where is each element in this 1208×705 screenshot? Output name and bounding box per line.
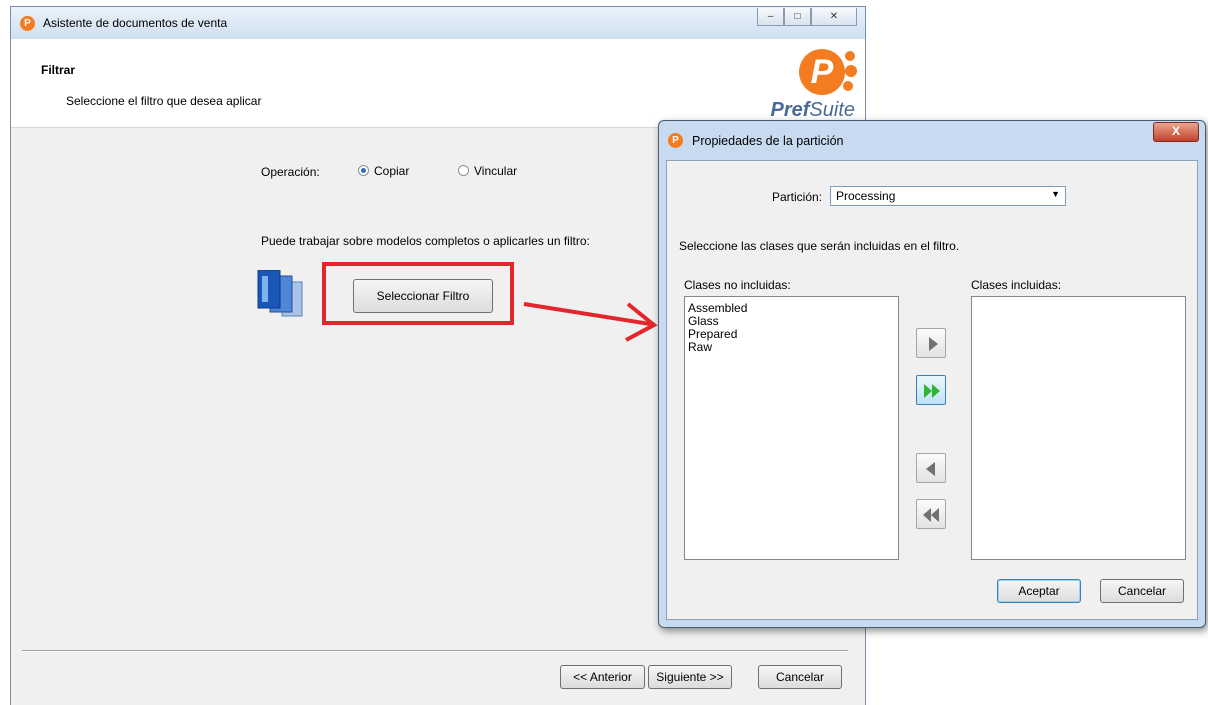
included-classes-list[interactable] [971,296,1186,560]
excluded-classes-label: Clases no incluidas: [684,278,791,292]
dialog-close-icon[interactable]: X [1153,122,1199,142]
move-all-left-icon [923,508,939,522]
accept-button[interactable]: Aceptar [997,579,1081,603]
wizard-cancel-button[interactable]: Cancelar [758,665,842,689]
previous-button[interactable]: << Anterior [560,665,645,689]
next-button[interactable]: Siguiente >> [648,665,732,689]
footer-separator [22,650,848,652]
move-right-button[interactable] [916,328,946,358]
dialog-title-bar[interactable]: P Propiedades de la partición X [659,121,1205,161]
move-all-right-icon [924,384,940,398]
move-all-left-button[interactable] [916,499,946,529]
included-classes-label: Clases incluidas: [971,278,1062,292]
move-all-right-button[interactable] [916,375,946,405]
dialog-cancel-button[interactable]: Cancelar [1100,579,1184,603]
partition-properties-dialog: P Propiedades de la partición X Partició… [658,120,1206,628]
list-item[interactable]: Raw [685,341,898,354]
move-left-button[interactable] [916,453,946,483]
prefsuite-app-icon: P [668,133,683,148]
dropdown-arrow-icon: ▼ [1051,189,1060,199]
list-item[interactable]: Prepared [685,328,898,341]
dialog-body: Partición: Processing ▼ Seleccione las c… [666,160,1198,620]
excluded-classes-list[interactable]: Assembled Glass Prepared Raw [684,296,899,560]
dialog-title: Propiedades de la partición [692,134,844,148]
partition-label: Partición: [772,190,823,204]
instruction-text: Seleccione las clases que serán incluida… [679,239,960,253]
partition-select-value: Processing [836,189,896,203]
move-left-icon [926,462,935,476]
partition-select[interactable]: Processing ▼ [830,186,1066,206]
move-right-icon [929,337,938,351]
